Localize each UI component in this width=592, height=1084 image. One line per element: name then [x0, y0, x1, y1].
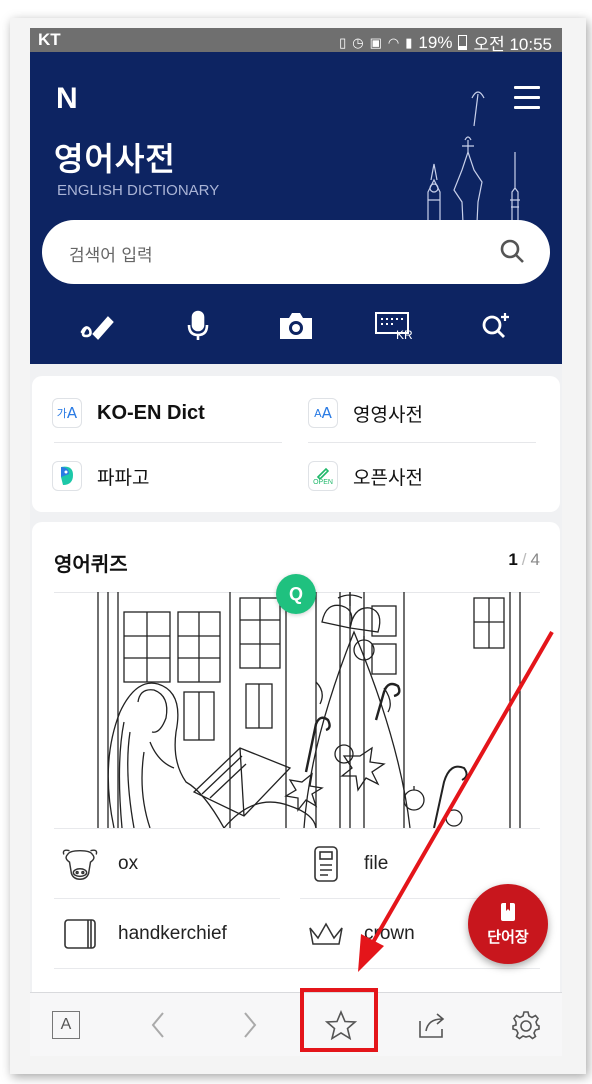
input-tools: KR	[30, 306, 562, 346]
en-en-icon: AA	[308, 398, 338, 428]
word-item-file[interactable]: file	[306, 842, 388, 886]
wordbook-icon	[501, 902, 515, 921]
quiz-current-page: 1	[508, 550, 518, 569]
highlight-box	[300, 988, 378, 1052]
quiz-badge-icon: Q	[276, 574, 316, 614]
font-size-button[interactable]: A	[44, 1003, 88, 1047]
dictionary-links-card: 가A KO-EN Dict AA 영영사전 파파고 OPEN 오픈사전	[32, 376, 560, 512]
back-icon	[151, 1012, 164, 1038]
dict-item-ko-en[interactable]: 가A KO-EN Dict	[52, 393, 205, 433]
back-button[interactable]	[136, 1003, 180, 1047]
app-header: N 영어사전 ENGLISH DICTIONARY 검색어 입력 KR	[30, 52, 562, 364]
quiz-pager-separator: /	[521, 550, 527, 569]
vibrate-icon: ▯	[339, 34, 347, 50]
share-icon	[419, 1013, 445, 1038]
wordbook-button[interactable]: 단어장	[468, 884, 548, 964]
naver-logo[interactable]: N	[56, 82, 78, 116]
keyboard-kr-icon[interactable]: KR	[374, 306, 414, 346]
dict-label-open: 오픈사전	[353, 466, 423, 489]
word-item-handkerchief[interactable]: handkerchief	[60, 912, 227, 956]
search-placeholder: 검색어 입력	[69, 246, 153, 266]
handkerchief-icon	[60, 914, 100, 954]
forward-icon	[244, 1012, 257, 1038]
quiz-total-pages: 4	[530, 550, 540, 569]
alarm-icon: ◷	[352, 34, 364, 50]
word-list-divider-left	[54, 898, 280, 899]
search-plus-icon[interactable]	[476, 306, 516, 346]
carrier-label: KT	[38, 30, 61, 49]
share-button[interactable]	[410, 1003, 454, 1047]
search-bar[interactable]: 검색어 입력	[42, 220, 550, 284]
settings-button[interactable]	[504, 1003, 548, 1047]
crown-icon	[306, 914, 346, 954]
word-item-crown[interactable]: crown	[306, 912, 415, 956]
dict-item-open[interactable]: OPEN 오픈사전	[308, 456, 423, 496]
word-list-top-divider	[54, 828, 540, 829]
phone-screen: KT ▯ ◷ ▣ ◠ ▮ 19% 오전 10:55 N 영어사전 ENGLISH…	[30, 28, 562, 1056]
wifi-icon: ◠	[387, 34, 400, 50]
battery-icon	[458, 35, 468, 50]
dict-label-ko-en: KO-EN Dict	[97, 401, 205, 424]
signal-icon: ▮	[405, 34, 413, 50]
ko-en-icon: 가A	[52, 398, 82, 428]
svg-text:KR: KR	[396, 328, 413, 341]
dict-label-en-en: 영영사전	[353, 403, 423, 426]
font-size-icon: A	[52, 1011, 80, 1039]
word-label-crown: crown	[364, 923, 415, 944]
open-badge-text: OPEN	[313, 478, 333, 486]
battery-percent: 19%	[418, 32, 453, 52]
papago-icon	[52, 461, 82, 491]
dict-divider-left	[54, 442, 282, 443]
status-bar: KT ▯ ◷ ▣ ◠ ▮ 19% 오전 10:55	[30, 28, 562, 54]
open-dict-icon: OPEN	[308, 461, 338, 491]
dict-divider-right	[308, 442, 536, 443]
dict-item-en-en[interactable]: AA 영영사전	[308, 393, 423, 433]
dict-label-papago: 파파고	[97, 466, 150, 489]
wordbook-label: 단어장	[487, 927, 529, 946]
word-list-bottom-divider	[54, 968, 540, 969]
bottom-toolbar: A	[30, 992, 562, 1056]
quiz-card: 영어퀴즈 1/4 Q ox file handkerchief crown	[32, 522, 560, 1056]
search-icon[interactable]	[498, 237, 526, 265]
file-icon	[306, 844, 346, 884]
microphone-icon[interactable]	[178, 306, 218, 346]
word-label-handkerchief: handkerchief	[118, 923, 227, 944]
word-label-ox: ox	[118, 853, 139, 874]
hd-icon: ▣	[369, 34, 382, 50]
handwriting-icon[interactable]	[76, 306, 116, 346]
quiz-pager: 1/4	[508, 550, 540, 570]
ox-icon	[60, 844, 100, 884]
quiz-illustration[interactable]	[54, 592, 540, 828]
quiz-title: 영어퀴즈	[54, 552, 128, 576]
word-item-ox[interactable]: ox	[60, 842, 138, 886]
settings-icon	[512, 1011, 540, 1040]
word-label-file: file	[364, 853, 389, 874]
forward-button[interactable]	[228, 1003, 272, 1047]
camera-icon[interactable]	[276, 306, 316, 346]
dict-item-papago[interactable]: 파파고	[52, 456, 149, 496]
page-title: 영어사전	[54, 140, 176, 178]
page-subtitle: ENGLISH DICTIONARY	[57, 182, 220, 199]
